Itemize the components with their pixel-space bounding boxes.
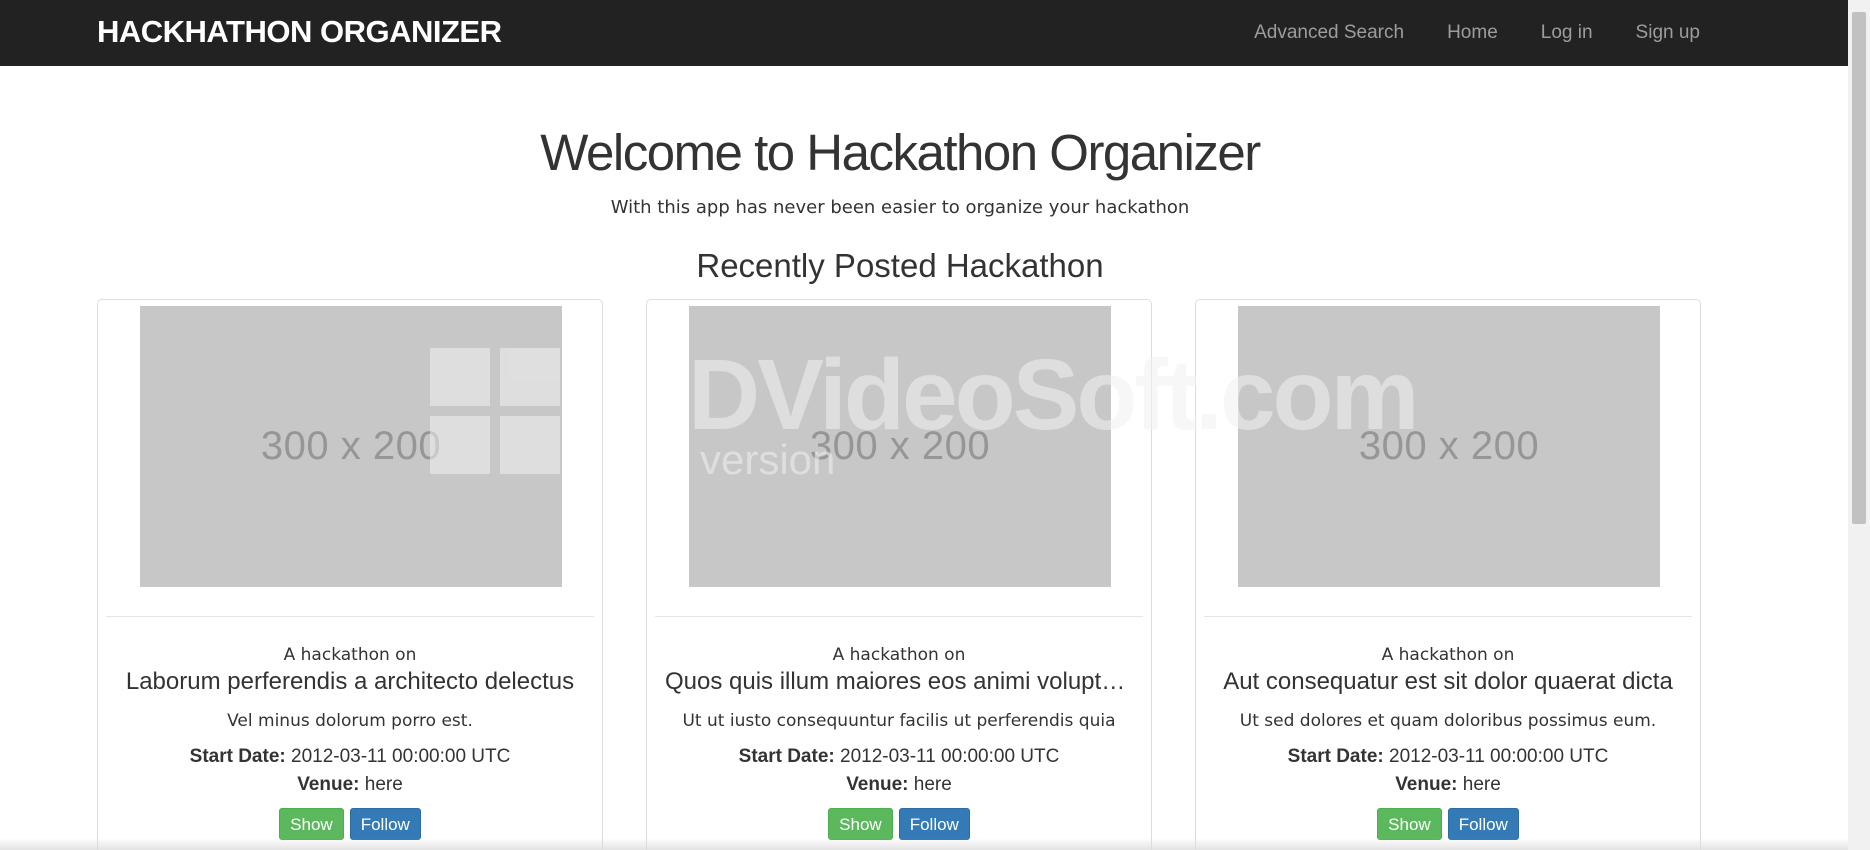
- brand-logo[interactable]: HACKHATHON ORGANIZER: [97, 14, 502, 50]
- card-caption: A hackathon on Quos quis illum maiores e…: [655, 644, 1143, 840]
- hackathon-description: Vel minus dolorum porro est.: [227, 711, 473, 731]
- hackathon-name: Aut consequatur est sit dolor quaerat di…: [1223, 668, 1673, 695]
- nav-link-home[interactable]: Home: [1447, 0, 1498, 66]
- card-divider: [655, 616, 1143, 617]
- start-date-value: 2012-03-11 00:00:00 UTC: [1389, 746, 1609, 767]
- page-title: Welcome to Hackathon Organizer: [540, 124, 1261, 181]
- top-navbar: HACKHATHON ORGANIZER Advanced Search Hom…: [0, 0, 1848, 66]
- start-date-value: 2012-03-11 00:00:00 UTC: [291, 746, 511, 767]
- show-button[interactable]: Show: [279, 808, 344, 840]
- card-divider: [106, 616, 594, 617]
- venue-row: Venue: here: [106, 771, 594, 799]
- venue-row: Venue: here: [655, 771, 1143, 799]
- card-actions: Show Follow: [1204, 808, 1692, 840]
- card-actions: Show Follow: [655, 808, 1143, 840]
- card-caption: A hackathon on Aut consequatur est sit d…: [1204, 644, 1692, 840]
- venue-row: Venue: here: [1204, 771, 1692, 799]
- hackathon-card: 300 x 200 A hackathon on Aut consequatur…: [1195, 299, 1701, 850]
- start-date-label: Start Date:: [189, 746, 286, 767]
- card-prefix: A hackathon on: [283, 645, 417, 665]
- hackathon-card: 300 x 200 A hackathon on Quos quis illum…: [646, 299, 1152, 850]
- card-prefix: A hackathon on: [832, 645, 966, 665]
- thumbnail-placeholder-text: 300 x 200: [260, 424, 442, 468]
- venue-label: Venue:: [297, 774, 360, 795]
- show-button[interactable]: Show: [1377, 808, 1442, 840]
- nav-links: Advanced Search Home Log in Sign up: [1211, 0, 1700, 66]
- nav-link-log-in[interactable]: Log in: [1541, 0, 1593, 66]
- start-date-label: Start Date:: [1287, 746, 1384, 767]
- scrollbar-thumb[interactable]: [1852, 12, 1866, 524]
- card-caption: A hackathon on Laborum perferendis a arc…: [106, 644, 594, 840]
- hackathon-card: 300 x 200 A hackathon on Laborum perfere…: [97, 299, 603, 850]
- venue-value: here: [364, 774, 403, 795]
- venue-value: here: [1462, 774, 1501, 795]
- thumbnail-placeholder-text: 300 x 200: [1358, 424, 1540, 468]
- hackathon-description: Ut sed dolores et quam doloribus possimu…: [1239, 711, 1657, 731]
- venue-label: Venue:: [1395, 774, 1458, 795]
- venue-value: here: [913, 774, 952, 795]
- start-date-value: 2012-03-11 00:00:00 UTC: [840, 746, 1060, 767]
- card-prefix: A hackathon on: [1381, 645, 1515, 665]
- start-date-row: Start Date: 2012-03-11 00:00:00 UTC: [655, 743, 1143, 771]
- nav-link-sign-up[interactable]: Sign up: [1636, 0, 1700, 66]
- thumbnail-placeholder-text: 300 x 200: [809, 424, 991, 468]
- follow-button[interactable]: Follow: [349, 808, 421, 840]
- nav-link-advanced-search[interactable]: Advanced Search: [1254, 0, 1404, 66]
- start-date-label: Start Date:: [738, 746, 835, 767]
- hackathon-name: Laborum perferendis a architecto delectu…: [125, 668, 575, 695]
- start-date-row: Start Date: 2012-03-11 00:00:00 UTC: [1204, 743, 1692, 771]
- hackathon-thumbnail: 300 x 200: [689, 306, 1111, 587]
- venue-label: Venue:: [846, 774, 909, 795]
- card-actions: Show Follow: [106, 808, 594, 840]
- hackathon-name: Quos quis illum maiores eos animi volupt…: [665, 668, 1143, 695]
- show-button[interactable]: Show: [828, 808, 893, 840]
- card-divider: [1204, 616, 1692, 617]
- hackathon-description: Ut ut iusto consequuntur facilis ut perf…: [682, 711, 1116, 731]
- section-title: Recently Posted Hackathon: [696, 247, 1104, 284]
- follow-button[interactable]: Follow: [898, 808, 970, 840]
- hackathon-thumbnail: 300 x 200: [1238, 306, 1660, 587]
- hackathon-thumbnail: 300 x 200: [140, 306, 562, 587]
- page-subtitle: With this app has never been easier to o…: [610, 197, 1190, 218]
- follow-button[interactable]: Follow: [1447, 808, 1519, 840]
- vertical-scrollbar[interactable]: [1848, 0, 1870, 850]
- start-date-row: Start Date: 2012-03-11 00:00:00 UTC: [106, 743, 594, 771]
- bottom-fade: [0, 838, 1848, 850]
